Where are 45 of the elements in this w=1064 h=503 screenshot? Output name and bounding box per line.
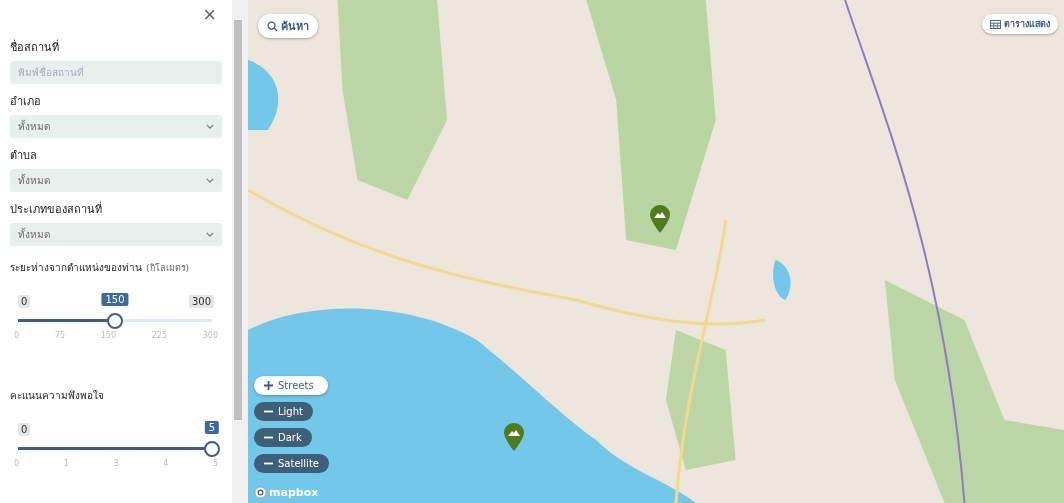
chevron-down-icon	[206, 232, 214, 237]
dropdown-field[interactable]: ทั้งหมด	[10, 169, 222, 192]
map-pin-icon[interactable]	[650, 205, 670, 233]
value-badge: 150	[101, 293, 129, 306]
name-input-field[interactable]: พิมพ์ชื่อสถานที่	[10, 61, 222, 84]
tick-label: 225	[151, 331, 167, 340]
layer-toggle-button[interactable]: Light	[254, 402, 313, 421]
tick-label: 0	[14, 331, 20, 340]
tick-label: 0	[14, 459, 20, 468]
table-icon	[990, 19, 1001, 29]
value-badge: 5	[204, 421, 220, 434]
slider-handle[interactable]	[107, 313, 123, 329]
slider-label: ระยะห่างจากตำแหน่งของท่าน	[10, 261, 142, 275]
tick-label: 3	[113, 459, 119, 468]
tick-label: 4	[163, 459, 169, 468]
unit-label: (กิโลเมตร)	[146, 262, 190, 275]
slider-label: คะแนนความพึงพอใจ	[10, 389, 104, 403]
close-button[interactable]: ×	[199, 0, 220, 30]
layer-toggle-button[interactable]: Dark	[254, 428, 312, 447]
layer-toggle-button[interactable]: Streets	[254, 376, 328, 395]
slider-handle[interactable]	[204, 441, 220, 457]
field-label: ตำบล	[10, 148, 38, 164]
plus-icon	[264, 381, 273, 390]
search-button[interactable]: ค้นหา	[258, 14, 318, 38]
tick-label: 1	[63, 459, 69, 468]
table-button[interactable]: ตารางแสดง	[982, 14, 1058, 34]
field-label: อำเภอ	[10, 94, 42, 110]
field-label: ประเภทของสถานที่	[10, 200, 103, 218]
chevron-down-icon	[206, 178, 214, 183]
field-label: ชื่อสถานที่	[10, 38, 60, 56]
min-label: 0	[18, 295, 31, 308]
dropdown-field[interactable]: ทั้งหมด	[10, 223, 222, 246]
mapbox-logo-icon	[254, 486, 267, 499]
tick-label: 5	[212, 459, 218, 468]
tick-label: 150	[100, 331, 116, 340]
scrollbar[interactable]	[232, 0, 248, 503]
tick-label: 300	[202, 331, 218, 340]
map-pin-icon[interactable]	[504, 423, 524, 451]
tick-label: 75	[54, 331, 65, 340]
layer-toggle-button[interactable]: Satellite	[254, 454, 329, 473]
search-icon	[267, 20, 278, 32]
chevron-down-icon	[206, 124, 214, 129]
max-label: 300	[188, 295, 214, 308]
dropdown-field[interactable]: ทั้งหมด	[10, 115, 222, 138]
min-label: 0	[18, 423, 31, 436]
